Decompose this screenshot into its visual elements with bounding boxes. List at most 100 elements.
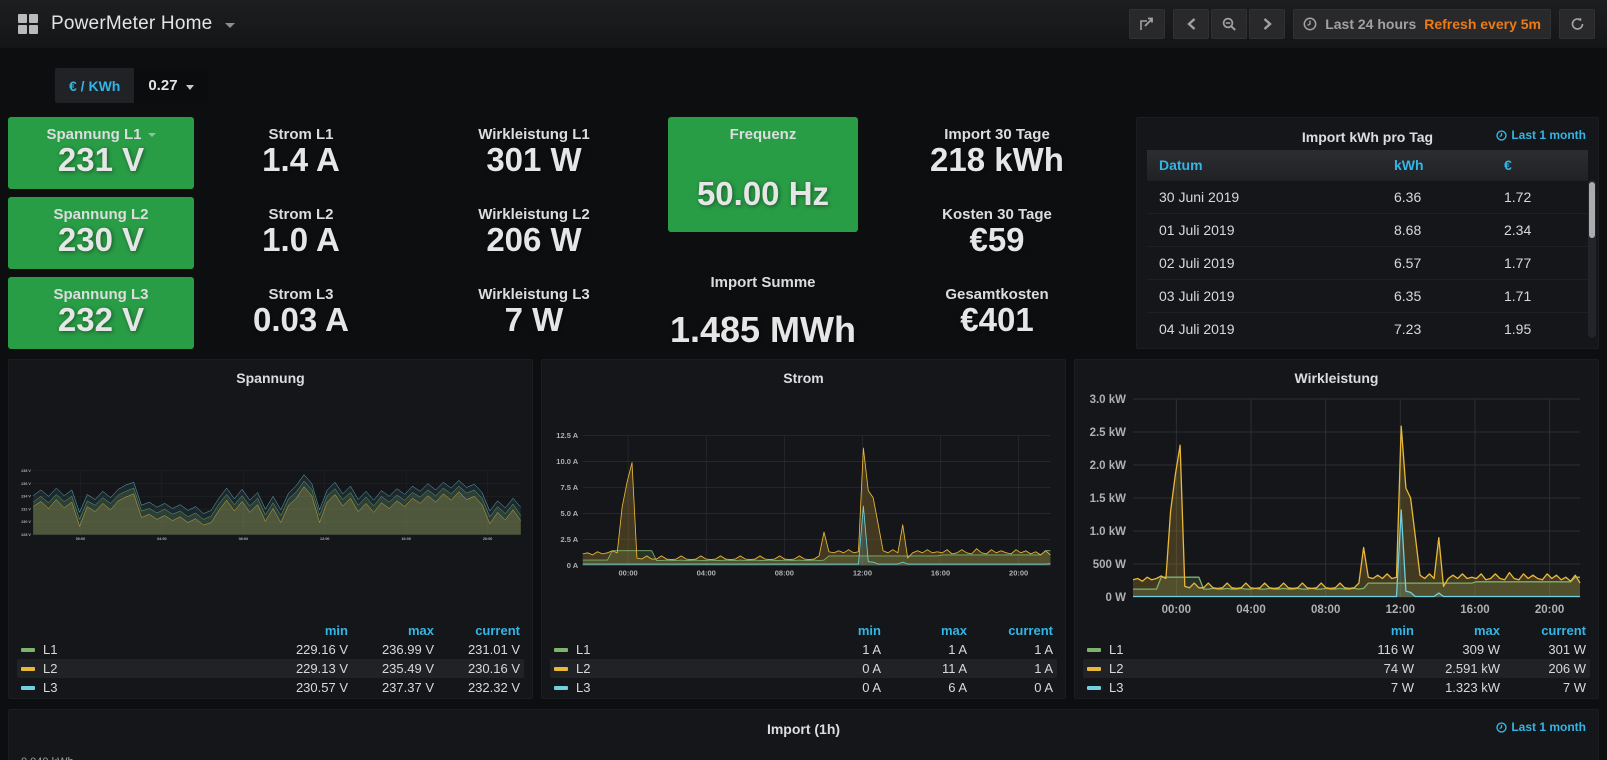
panel-title[interactable]: Import (1h) xyxy=(767,721,840,737)
legend-header-current[interactable]: current xyxy=(1500,623,1586,638)
stat-panel-spannung-l1[interactable]: Spannung L1 231 V xyxy=(8,117,194,189)
time-back-button[interactable] xyxy=(1173,9,1209,39)
cell-eur: 1.95 xyxy=(1492,313,1588,346)
cell-eur: 1.77 xyxy=(1492,247,1588,280)
legend-series-row-l3[interactable]: L30 A6 A0 A xyxy=(550,678,1057,697)
stat-panel-spannung-l3[interactable]: Spannung L3 232 V xyxy=(8,277,194,349)
legend-header-min[interactable]: min xyxy=(1328,623,1414,638)
column-header-datum[interactable]: Datum xyxy=(1147,150,1382,181)
series-color-icon[interactable] xyxy=(21,648,35,652)
legend-value: 229.16 V xyxy=(262,642,348,657)
panel-menu-caret-icon[interactable] xyxy=(148,133,156,137)
import-table: Datum kWh € 30 Juni 20196.361.7201 Juli … xyxy=(1147,150,1588,345)
stat-panel-strom-l2[interactable]: Strom L2 1.0 A xyxy=(202,197,400,269)
svg-text:04:00: 04:00 xyxy=(697,569,716,578)
svg-text:08:00: 08:00 xyxy=(1311,604,1340,616)
legend-header-max[interactable]: max xyxy=(1414,623,1500,638)
legend-header-max[interactable]: max xyxy=(881,623,967,638)
svg-text:04:00: 04:00 xyxy=(1236,604,1265,616)
series-color-icon[interactable] xyxy=(21,686,35,690)
variable-current-value: 0.27 xyxy=(148,77,177,94)
dashboards-grid-icon[interactable] xyxy=(18,14,38,34)
series-color-icon[interactable] xyxy=(554,686,568,690)
legend-value: 206 W xyxy=(1500,661,1586,676)
series-color-icon[interactable] xyxy=(1087,686,1101,690)
legend-value: 232.32 V xyxy=(434,680,520,695)
series-color-icon[interactable] xyxy=(1087,648,1101,652)
chart-legend: minmaxcurrentL11 A1 A1 AL20 A11 A1 AL30 … xyxy=(550,621,1057,697)
legend-series-row-l1[interactable]: L1229.16 V236.99 V231.01 V xyxy=(17,640,524,659)
chart-plot-area[interactable]: 0 A2.5 A5.0 A7.5 A10.0 A12.5 A00:0004:00… xyxy=(550,391,1057,619)
svg-text:1.5 kW: 1.5 kW xyxy=(1090,493,1127,505)
panel-time-override-link[interactable]: Last 1 month xyxy=(1496,128,1586,142)
share-button[interactable] xyxy=(1129,9,1165,39)
legend-value: 236.99 V xyxy=(348,642,434,657)
stat-value: 1.485 MWh xyxy=(670,311,856,349)
stat-panel-import-summe[interactable]: Import Summe 1.485 MWh xyxy=(668,260,858,349)
stat-panel-strom-l3[interactable]: Strom L3 0.03 A xyxy=(202,277,400,349)
legend-header-min[interactable]: min xyxy=(795,623,881,638)
stat-panel-spannung-l2[interactable]: Spannung L2 230 V xyxy=(8,197,194,269)
series-color-icon[interactable] xyxy=(554,667,568,671)
stat-panel-strom-l1[interactable]: Strom L1 1.4 A xyxy=(202,117,400,189)
column-header-eur[interactable]: € xyxy=(1492,150,1588,181)
zoom-out-icon xyxy=(1222,17,1237,31)
series-color-icon[interactable] xyxy=(1087,667,1101,671)
series-color-icon[interactable] xyxy=(554,648,568,652)
svg-text:5.0 A: 5.0 A xyxy=(560,509,578,518)
svg-text:3.0 kW: 3.0 kW xyxy=(1090,394,1127,406)
svg-text:230 V: 230 V xyxy=(21,520,31,524)
stat-value: €401 xyxy=(960,303,1033,338)
legend-series-row-l1[interactable]: L11 A1 A1 A xyxy=(550,640,1057,659)
legend-series-row-l1[interactable]: L1116 W309 W301 W xyxy=(1083,640,1590,659)
legend-value: 235.49 V xyxy=(348,661,434,676)
y-axis-tick-label: 0.040 kWh xyxy=(21,756,74,760)
stat-panel-wirkleistung-l1[interactable]: Wirkleistung L1 301 W xyxy=(408,117,660,189)
panel-title[interactable]: Wirkleistung xyxy=(1295,370,1379,386)
zoom-out-button[interactable] xyxy=(1211,9,1247,39)
dashboard-title-caret-icon[interactable] xyxy=(225,23,235,28)
legend-value: 0 A xyxy=(795,680,881,695)
legend-series-row-l3[interactable]: L3230.57 V237.37 V232.32 V xyxy=(17,678,524,697)
template-variable-kwh-price[interactable]: € / KWh 0.27 xyxy=(55,68,208,103)
legend-header-min[interactable]: min xyxy=(262,623,348,638)
table-row: 01 Juli 20198.682.34 xyxy=(1147,214,1588,247)
legend-series-row-l3[interactable]: L37 W1.323 kW7 W xyxy=(1083,678,1590,697)
stat-panel-wirkleistung-l2[interactable]: Wirkleistung L2 206 W xyxy=(408,197,660,269)
table-scrollbar[interactable] xyxy=(1588,180,1596,338)
legend-series-row-l2[interactable]: L20 A11 A1 A xyxy=(550,659,1057,678)
table-scrollbar-thumb[interactable] xyxy=(1589,182,1595,238)
panel-time-override-link[interactable]: Last 1 month xyxy=(1496,720,1586,734)
panel-title[interactable]: Import kWh pro Tag xyxy=(1302,129,1433,145)
stat-panel-import-30-tage[interactable]: Import 30 Tage 218 kWh xyxy=(866,117,1128,189)
stat-panel-kosten-30-tage[interactable]: Kosten 30 Tage €59 xyxy=(866,197,1128,269)
chart-plot-area[interactable]: 0 W500 W1.0 kW1.5 kW2.0 kW2.5 kW3.0 kW00… xyxy=(1083,391,1590,619)
column-spannung: Spannung L1 231 V Spannung L2 230 V Span… xyxy=(8,117,194,349)
chart-plot-area[interactable]: 228 V230 V232 V234 V236 V238 V00:0004:00… xyxy=(17,391,524,619)
series-name: L2 xyxy=(576,661,795,676)
legend-series-row-l2[interactable]: L274 W2.591 kW206 W xyxy=(1083,659,1590,678)
stat-panel-frequenz[interactable]: Frequenz 50.00 Hz xyxy=(668,117,858,232)
series-color-icon[interactable] xyxy=(21,667,35,671)
time-forward-button[interactable] xyxy=(1249,9,1285,39)
charts-row: Spannung 228 V230 V232 V234 V236 V238 V00… xyxy=(0,349,1607,699)
stat-panel-wirkleistung-l3[interactable]: Wirkleistung L3 7 W xyxy=(408,277,660,349)
legend-value: 1 A xyxy=(967,642,1053,657)
legend-value: 237.37 V xyxy=(348,680,434,695)
legend-header-max[interactable]: max xyxy=(348,623,434,638)
graph-panel-spannung: Spannung 228 V230 V232 V234 V236 V238 V00… xyxy=(8,359,533,699)
column-header-kwh[interactable]: kWh xyxy=(1382,150,1492,181)
panel-title[interactable]: Strom xyxy=(783,370,823,386)
variable-value-dropdown[interactable]: 0.27 xyxy=(134,68,207,103)
time-picker-button[interactable]: Last 24 hours Refresh every 5m xyxy=(1293,9,1551,39)
panel-title[interactable]: Spannung xyxy=(236,370,304,386)
legend-header-current[interactable]: current xyxy=(967,623,1053,638)
series-name: L3 xyxy=(1109,680,1328,695)
refresh-button[interactable] xyxy=(1559,9,1595,39)
dashboard-title[interactable]: PowerMeter Home xyxy=(51,13,212,35)
legend-series-row-l2[interactable]: L2229.13 V235.49 V230.16 V xyxy=(17,659,524,678)
legend-header-current[interactable]: current xyxy=(434,623,520,638)
clock-icon xyxy=(1303,17,1317,31)
stat-panel-gesamtkosten[interactable]: Gesamtkosten €401 xyxy=(866,277,1128,349)
legend-header-row: minmaxcurrent xyxy=(550,621,1057,640)
